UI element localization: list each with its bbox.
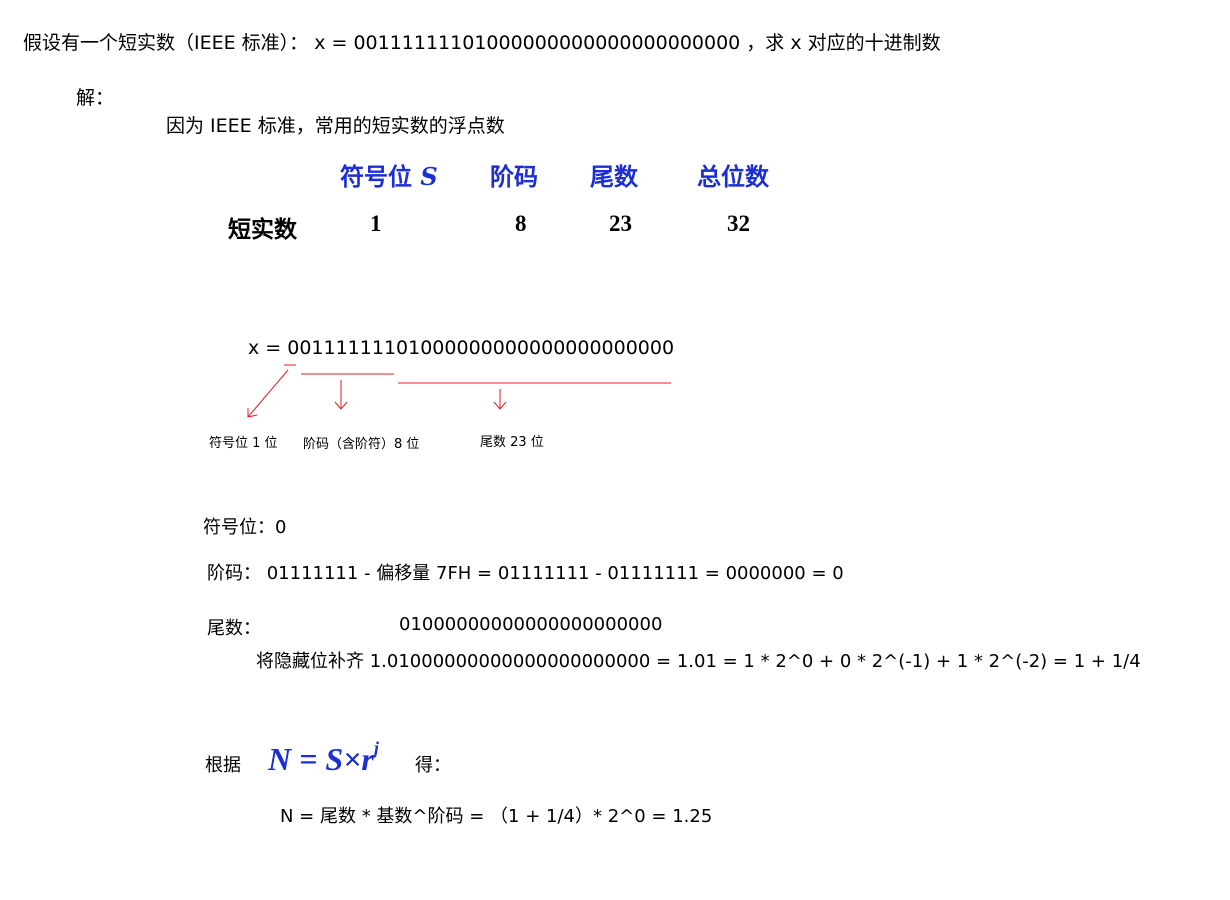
bit-field-annotations xyxy=(247,364,671,418)
label-sign-bits: 符号位 1 位 xyxy=(209,436,278,451)
formula-prefix: 根据 xyxy=(205,755,241,776)
formula-exponent: j xyxy=(373,738,379,759)
hidden-bit-line: 将隐藏位补齐 1.01000000000000000000000 = 1.01 … xyxy=(256,651,1141,672)
sign-line: 符号位：0 xyxy=(203,517,287,538)
mantissa-value: 01000000000000000000000 xyxy=(399,614,663,635)
formula-body: N = S×r xyxy=(268,741,374,777)
exponent-line: 阶码： 01111111 - 偏移量 7FH = 01111111 - 0111… xyxy=(207,563,844,584)
formula-suffix: 得： xyxy=(415,755,451,776)
formula-expression: N = S×rj xyxy=(268,738,379,778)
result-line: N = 尾数 * 基数^阶码 = （1 + 1/4）* 2^0 = 1.25 xyxy=(280,806,713,827)
sign-arrow-line xyxy=(247,369,289,418)
label-mantissa-bits: 尾数 23 位 xyxy=(480,435,544,450)
mantissa-label: 尾数： xyxy=(207,618,261,639)
label-exponent-bits: 阶码（含阶符）8 位 xyxy=(303,437,420,452)
